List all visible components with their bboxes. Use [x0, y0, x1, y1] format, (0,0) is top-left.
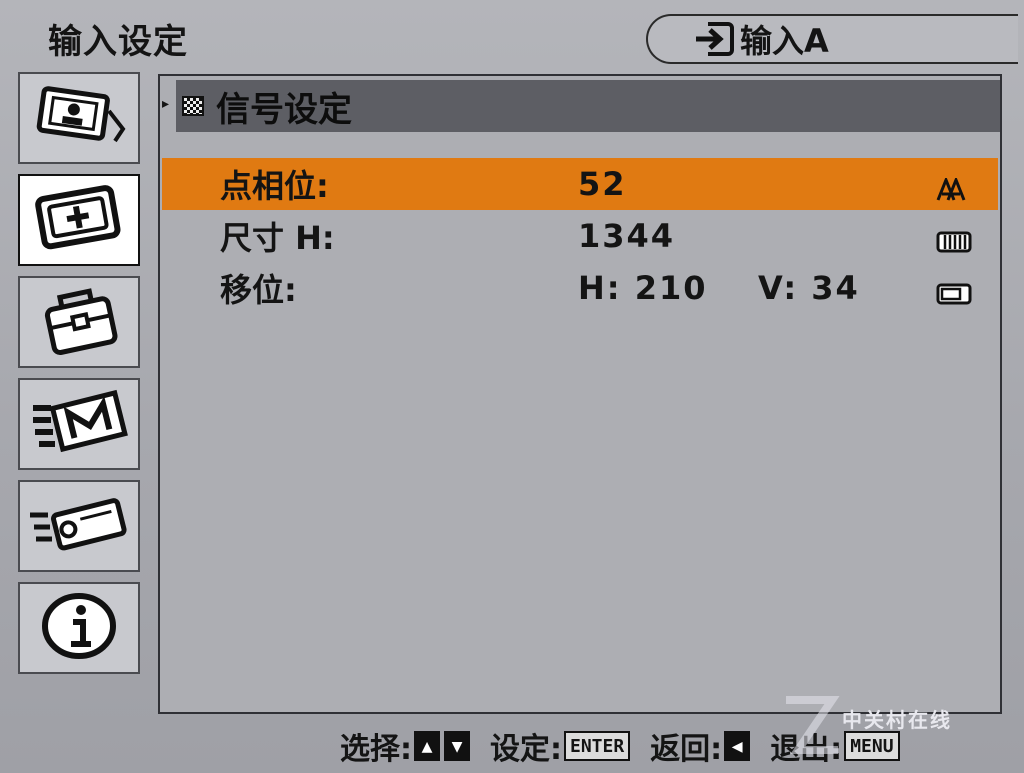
size-bars-icon: [936, 224, 972, 262]
sidebar-item-info[interactable]: [18, 582, 140, 674]
setting-label: 点相位:: [220, 167, 329, 205]
sidebar-item-projector[interactable]: [18, 480, 140, 572]
setting-value: 1344: [578, 217, 676, 255]
toolbox-icon: [29, 282, 129, 362]
enter-key: ENTER: [564, 731, 631, 761]
input-arrow-icon: [694, 22, 734, 56]
select-hint-label: 选择:: [340, 732, 412, 767]
setting-value-h: H: 210: [578, 269, 708, 307]
checker-icon: [182, 96, 204, 116]
back-arrow-key-icon: ◀: [724, 731, 751, 761]
panel-title: 信号设定: [216, 89, 352, 130]
memory-m-icon: [27, 386, 131, 462]
watermark-text: 中关村在线: [842, 708, 952, 732]
panel-header: 信号设定: [176, 80, 1000, 132]
setting-row-shift[interactable]: 移位: H: 210 V: 34: [162, 262, 998, 314]
setting-label: 尺寸 H:: [220, 219, 335, 257]
picture-icon: [27, 81, 131, 155]
sidebar-item-setup[interactable]: [18, 276, 140, 368]
osd-screen: 输入设定 输入A ▸ 信号设定 点相位: 52 尺寸 H: 1344 移位: H…: [0, 0, 1024, 773]
back-hint-label: 返回:: [650, 732, 723, 767]
input-source-indicator: 输入A: [646, 14, 1018, 64]
setting-row-size-h[interactable]: 尺寸 H: 1344: [162, 210, 998, 262]
setting-value: 52: [578, 165, 627, 203]
pointer-arrow-icon: ▸: [162, 96, 170, 112]
input-source-label: 输入A: [740, 22, 829, 60]
input-plus-icon: [29, 183, 129, 257]
sidebar-item-memory[interactable]: [18, 378, 140, 470]
info-icon: [37, 590, 121, 666]
phase-icon: [936, 172, 970, 210]
menu-title: 输入设定: [48, 22, 188, 62]
setting-value-v: V: 34: [758, 269, 860, 307]
set-hint-label: 设定:: [490, 732, 562, 767]
setting-row-dot-phase[interactable]: 点相位: 52: [162, 158, 998, 210]
shift-icon: [936, 276, 972, 314]
up-arrow-key-icon: ▲: [414, 731, 440, 761]
sidebar-item-picture[interactable]: [18, 72, 140, 164]
setting-label: 移位:: [220, 271, 297, 309]
down-arrow-key-icon: ▼: [444, 731, 470, 761]
sidebar-item-input-setting[interactable]: [18, 174, 140, 266]
projector-icon: [26, 489, 132, 563]
